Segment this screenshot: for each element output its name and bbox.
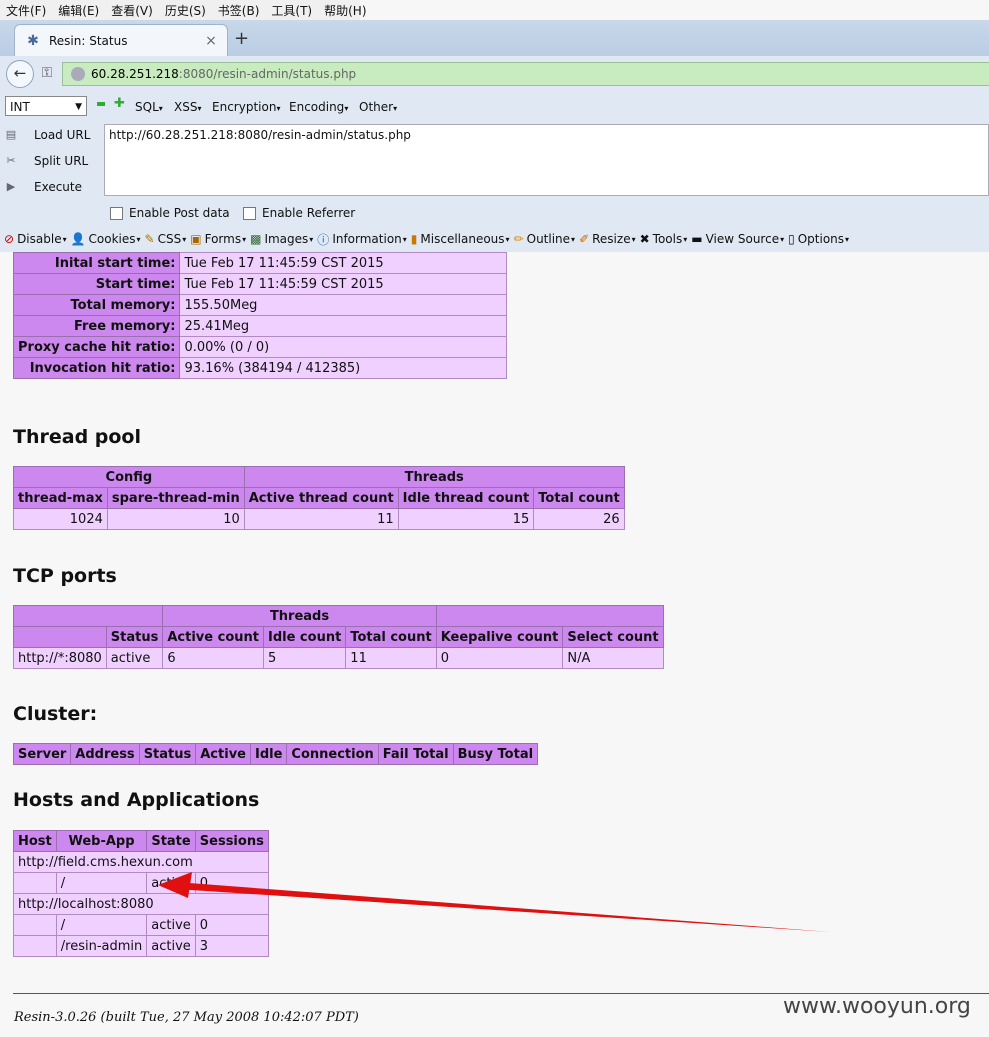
new-tab-button[interactable]: + bbox=[234, 28, 249, 49]
red-annotation-arrow-icon bbox=[158, 872, 830, 932]
back-arrow-icon[interactable]: ← bbox=[6, 60, 34, 88]
int-select-value: INT bbox=[10, 100, 30, 114]
miscellaneous-icon: ▮ bbox=[410, 232, 418, 246]
menu-bookmarks[interactable]: 书签(B) bbox=[212, 2, 266, 19]
url-path: :8080/resin-admin/status.php bbox=[178, 67, 357, 81]
menu-file[interactable]: 文件(F) bbox=[0, 2, 52, 19]
split-url-button[interactable]: ✂ Split URL bbox=[4, 150, 88, 172]
cookies-menu[interactable]: 👤 Cookies ▾ bbox=[71, 232, 141, 246]
chevron-down-icon: ▼ bbox=[75, 102, 82, 112]
css-menu[interactable]: ✎ CSS ▾ bbox=[145, 232, 187, 246]
enable-post-data-checkbox[interactable]: Enable Post data bbox=[110, 206, 230, 220]
play-icon: ▶ bbox=[6, 180, 16, 193]
disable-menu[interactable]: ⊘ Disable ▾ bbox=[4, 232, 67, 246]
menu-bar: 文件(F) 编辑(E) 查看(V) 历史(S) 书签(B) 工具(T) 帮助(H… bbox=[0, 0, 367, 20]
navigation-bar: ← ⚿ 60.28.251.218:8080/resin-admin/statu… bbox=[0, 56, 989, 90]
menu-help[interactable]: 帮助(H) bbox=[318, 2, 372, 19]
tools-menu[interactable]: ✖ Tools ▾ bbox=[640, 232, 688, 246]
view-source-icon: ▬ bbox=[691, 232, 703, 246]
sql-menu[interactable]: SQL▾ bbox=[135, 100, 163, 114]
forms-icon: ▣ bbox=[190, 232, 202, 246]
resin-favicon-icon: ✱ bbox=[27, 33, 39, 49]
status-page: Inital start time: Tue Feb 17 11:45:59 CS… bbox=[0, 252, 989, 1037]
globe-icon bbox=[71, 67, 85, 81]
load-url-button[interactable]: ▤ Load URL bbox=[4, 124, 91, 146]
tab-resin-status[interactable]: ✱ Resin: Status × bbox=[14, 24, 228, 57]
checkbox-box[interactable] bbox=[243, 206, 256, 220]
menu-edit[interactable]: 编辑(E) bbox=[52, 2, 105, 19]
address-bar[interactable]: 60.28.251.218:8080/resin-admin/status.ph… bbox=[62, 62, 989, 86]
outline-menu[interactable]: ✏ Outline ▾ bbox=[514, 232, 576, 246]
resize-menu[interactable]: ✐ Resize ▾ bbox=[579, 232, 636, 246]
tab-close-icon[interactable]: × bbox=[203, 33, 219, 49]
checkbox-box[interactable] bbox=[110, 206, 123, 220]
information-icon: ⓘ bbox=[317, 232, 330, 247]
minus-icon[interactable] bbox=[97, 102, 105, 106]
options-icon: ▯ bbox=[788, 232, 795, 246]
load-url-icon: ▤ bbox=[5, 128, 17, 141]
resize-ruler-icon: ✐ bbox=[579, 232, 590, 246]
images-icon: ▩ bbox=[250, 232, 262, 246]
menu-history[interactable]: 历史(S) bbox=[159, 2, 212, 19]
hackbar-panel: INT ▼ ✚ SQL▾ XSS▾ Encryption▾ Encoding▾ O… bbox=[0, 90, 989, 252]
web-developer-toolbar: ⊘ Disable ▾ 👤 Cookies ▾ ✎ CSS ▾ ▣ Forms ▾ ▩ Image… bbox=[0, 226, 989, 252]
miscellaneous-menu[interactable]: ▮ Miscellaneous ▾ bbox=[411, 232, 510, 246]
encoding-menu[interactable]: Encoding▾ bbox=[289, 100, 348, 114]
tab-bar: ✱ Resin: Status × + bbox=[0, 20, 989, 57]
menu-view[interactable]: 查看(V) bbox=[105, 2, 159, 19]
forms-menu[interactable]: ▣ Forms ▾ bbox=[190, 232, 246, 246]
int-select[interactable]: INT ▼ bbox=[5, 96, 87, 116]
tools-icon: ✖ bbox=[639, 232, 650, 246]
outline-pencil-icon: ✏ bbox=[513, 232, 524, 246]
plus-icon[interactable]: ✚ bbox=[114, 96, 125, 111]
execute-button[interactable]: ▶ Execute bbox=[4, 176, 82, 198]
disable-icon: ⊘ bbox=[4, 232, 15, 246]
css-brush-icon: ✎ bbox=[144, 232, 155, 246]
cookies-icon: 👤 bbox=[70, 232, 86, 246]
menu-tools[interactable]: 工具(T) bbox=[265, 2, 318, 19]
other-menu[interactable]: Other▾ bbox=[359, 100, 397, 114]
hackbar-url-textarea[interactable]: http://60.28.251.218:8080/resin-admin/st… bbox=[104, 124, 989, 196]
key-icon[interactable]: ⚿ bbox=[36, 62, 58, 84]
view-source-menu[interactable]: ▬ View Source ▾ bbox=[691, 232, 784, 246]
tab-title: Resin: Status bbox=[49, 34, 128, 48]
url-host: 60.28.251.218 bbox=[91, 67, 179, 81]
images-menu[interactable]: ▩ Images ▾ bbox=[250, 232, 313, 246]
scissors-icon: ✂ bbox=[6, 154, 16, 167]
options-menu[interactable]: ▯ Options ▾ bbox=[788, 232, 849, 246]
xss-menu[interactable]: XSS▾ bbox=[174, 100, 201, 114]
enable-referrer-checkbox[interactable]: Enable Referrer bbox=[243, 206, 355, 220]
information-menu[interactable]: ⓘ Information ▾ bbox=[317, 231, 407, 248]
encryption-menu[interactable]: Encryption▾ bbox=[212, 100, 280, 114]
